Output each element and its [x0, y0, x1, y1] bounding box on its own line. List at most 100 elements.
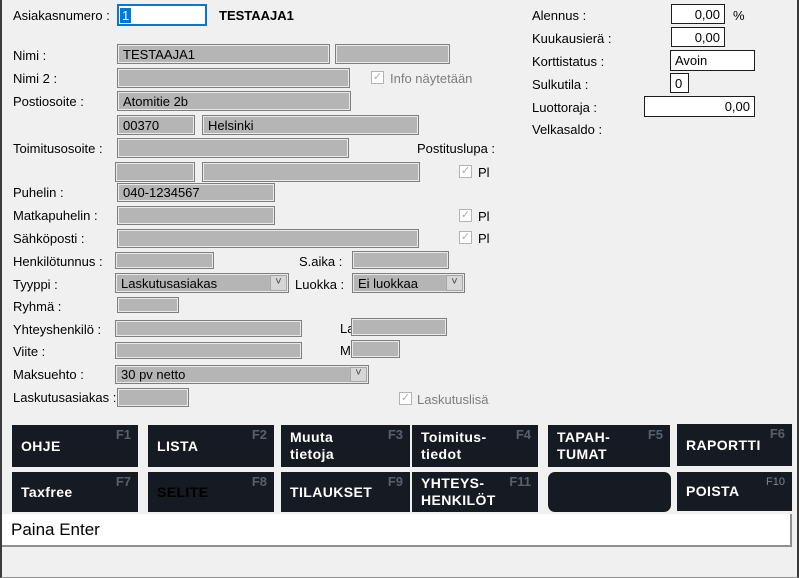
empty-function-button[interactable] — [548, 472, 671, 512]
pl-label-3: Pl — [478, 231, 490, 246]
kuukausiera-input[interactable]: 0,00 — [671, 27, 725, 47]
korttistatus-label: Korttistatus : — [532, 54, 604, 69]
nimi-input[interactable]: TESTAAJA1 — [117, 44, 330, 64]
sulkutila-input[interactable]: 0 — [670, 73, 689, 93]
korttistatus-input[interactable]: Avoin — [670, 50, 755, 71]
laskutuslisa-checkbox[interactable]: ✓ — [399, 392, 412, 405]
ryhma-input[interactable] — [117, 297, 179, 313]
nimi2-input[interactable] — [117, 68, 350, 88]
chevron-down-icon[interactable]: ˅ — [270, 275, 287, 291]
selite-button[interactable]: SELITE F8 — [148, 472, 274, 512]
alennus-percent-suffix: % — [733, 8, 745, 23]
selected-text: 1 — [120, 8, 131, 23]
fkey-badge: F8 — [252, 475, 267, 489]
button-label: TILAUKSET — [290, 484, 372, 501]
laskutusasiakas-label: Laskutusasiakas : — [13, 390, 116, 405]
fkey-badge: F10 — [766, 475, 785, 489]
button-label: TAPAH- TUMAT — [557, 429, 610, 463]
postinumero-input[interactable]: 00370 — [117, 115, 195, 135]
viite-label: Viite : — [13, 344, 45, 359]
maksuehto-selected-value: 30 pv netto — [121, 367, 185, 382]
henkilotunnus-input[interactable] — [115, 252, 214, 269]
chevron-down-icon[interactable]: ˅ — [350, 367, 367, 382]
lista-button[interactable]: LISTA F2 — [148, 425, 274, 467]
fkey-badge: F7 — [116, 475, 131, 489]
puhelin-label: Puhelin : — [13, 185, 64, 200]
luokka-label: Luokka : — [295, 277, 344, 292]
tilaukset-button[interactable]: TILAUKSET F9 — [281, 472, 410, 512]
fkey-badge: F6 — [770, 427, 785, 441]
fkey-badge: F2 — [252, 428, 267, 442]
ryhma-label: Ryhmä : — [13, 299, 61, 314]
taxfree-button[interactable]: Taxfree F7 — [12, 472, 138, 512]
matkapuhelin-label: Matkapuhelin : — [13, 208, 98, 223]
nimi-extra-input[interactable] — [335, 44, 450, 64]
kuukausiera-label: Kuukausierä : — [532, 31, 612, 46]
fkey-badge: F3 — [388, 428, 403, 442]
puhelin-input[interactable]: 040-1234567 — [117, 183, 275, 202]
fkey-badge: F9 — [388, 475, 403, 489]
customer-form-window: Asiakasnumero : 1 TESTAAJA1 Alennus : 0,… — [0, 0, 799, 578]
muuta-tietoja-button[interactable]: Muuta tietoja F3 — [281, 425, 410, 467]
nimi2-label: Nimi 2 : — [13, 71, 57, 86]
ohje-button[interactable]: OHJE F1 — [12, 425, 138, 467]
maksuehto-label: Maksuehto : — [13, 367, 84, 382]
pl-checkbox-2[interactable]: ✓ — [459, 209, 472, 222]
toimitus-postinumero-input[interactable] — [115, 162, 195, 182]
status-text: Paina Enter — [11, 520, 100, 540]
velkasaldo-label: Velkasaldo : — [532, 122, 602, 137]
maksuehto-select[interactable]: 30 pv netto ˅ — [115, 365, 369, 384]
viite-input[interactable] — [115, 342, 302, 359]
fkey-badge: F4 — [516, 428, 531, 442]
toimitus-kaupunki-input[interactable] — [202, 162, 420, 182]
chevron-down-icon[interactable]: ˅ — [446, 275, 463, 291]
button-label: LISTA — [157, 438, 198, 455]
tyyppi-label: Tyyppi : — [13, 277, 58, 292]
status-bar: Paina Enter — [2, 514, 792, 547]
mla-input[interactable] — [351, 340, 400, 358]
customer-name-display: TESTAAJA1 — [219, 8, 294, 23]
poista-button[interactable]: POISTA F10 — [677, 472, 792, 511]
postiosoite-label: Postiosoite : — [13, 94, 84, 109]
toimitus-tiedot-button[interactable]: Toimitus- tiedot F4 — [412, 425, 538, 467]
pl-label-2: Pl — [478, 209, 490, 224]
checkbox-check-icon: ✓ — [461, 165, 470, 177]
sahkoposti-label: Sähköposti : — [13, 231, 85, 246]
laskutuslisa-label: Laskutuslisä — [417, 392, 489, 407]
yhteyshenkilot-button[interactable]: YHTEYS- HENKILÖT F11 — [412, 472, 538, 512]
sahkoposti-input[interactable] — [117, 229, 419, 248]
luokka-select[interactable]: Ei luokkaa ˅ — [352, 273, 465, 293]
saika-input[interactable] — [352, 251, 449, 269]
yhteyshenkilo-label: Yhteyshenkilö : — [13, 322, 101, 337]
matkapuhelin-input[interactable] — [117, 206, 275, 225]
raportti-button[interactable]: RAPORTTI F6 — [677, 424, 792, 466]
luokka-selected-value: Ei luokkaa — [358, 276, 418, 291]
asiakasnumero-input[interactable]: 1 — [117, 4, 207, 26]
tyyppi-selected-value: Laskutusasiakas — [121, 276, 217, 291]
button-label: Taxfree — [21, 484, 73, 501]
tyyppi-select[interactable]: Laskutusasiakas ˅ — [115, 273, 289, 293]
checkbox-check-icon: ✓ — [373, 71, 382, 83]
toimitusosoite-input[interactable] — [117, 138, 349, 158]
pl-checkbox-3[interactable]: ✓ — [459, 231, 472, 244]
toimitusosoite-label: Toimitusosoite : — [13, 141, 103, 156]
button-label: Muuta tietoja — [290, 429, 334, 463]
fkey-badge: F11 — [509, 475, 531, 489]
laskutusasiakas-input[interactable] — [117, 388, 189, 407]
sulkutila-label: Sulkutila : — [532, 77, 588, 92]
yhteyshenkilo-input[interactable] — [115, 320, 302, 337]
checkbox-check-icon: ✓ — [461, 231, 470, 243]
fkey-badge: F5 — [648, 428, 663, 442]
nimi-label: Nimi : — [13, 48, 46, 63]
kaupunki-input[interactable]: Helsinki — [202, 115, 419, 135]
checkbox-check-icon: ✓ — [461, 209, 470, 221]
laji-input[interactable] — [351, 318, 447, 336]
pl-checkbox-1[interactable]: ✓ — [459, 165, 472, 178]
alennus-input[interactable]: 0,00 — [671, 4, 725, 24]
tapahtumat-button[interactable]: TAPAH- TUMAT F5 — [548, 425, 670, 467]
luottoraja-input[interactable]: 0,00 — [644, 96, 755, 117]
henkilotunnus-label: Henkilötunnus : — [13, 254, 103, 269]
pl-label-1: Pl — [478, 165, 490, 180]
postiosoite-input[interactable]: Atomitie 2b — [117, 91, 351, 111]
info-naytetaan-checkbox[interactable]: ✓ — [371, 71, 384, 84]
